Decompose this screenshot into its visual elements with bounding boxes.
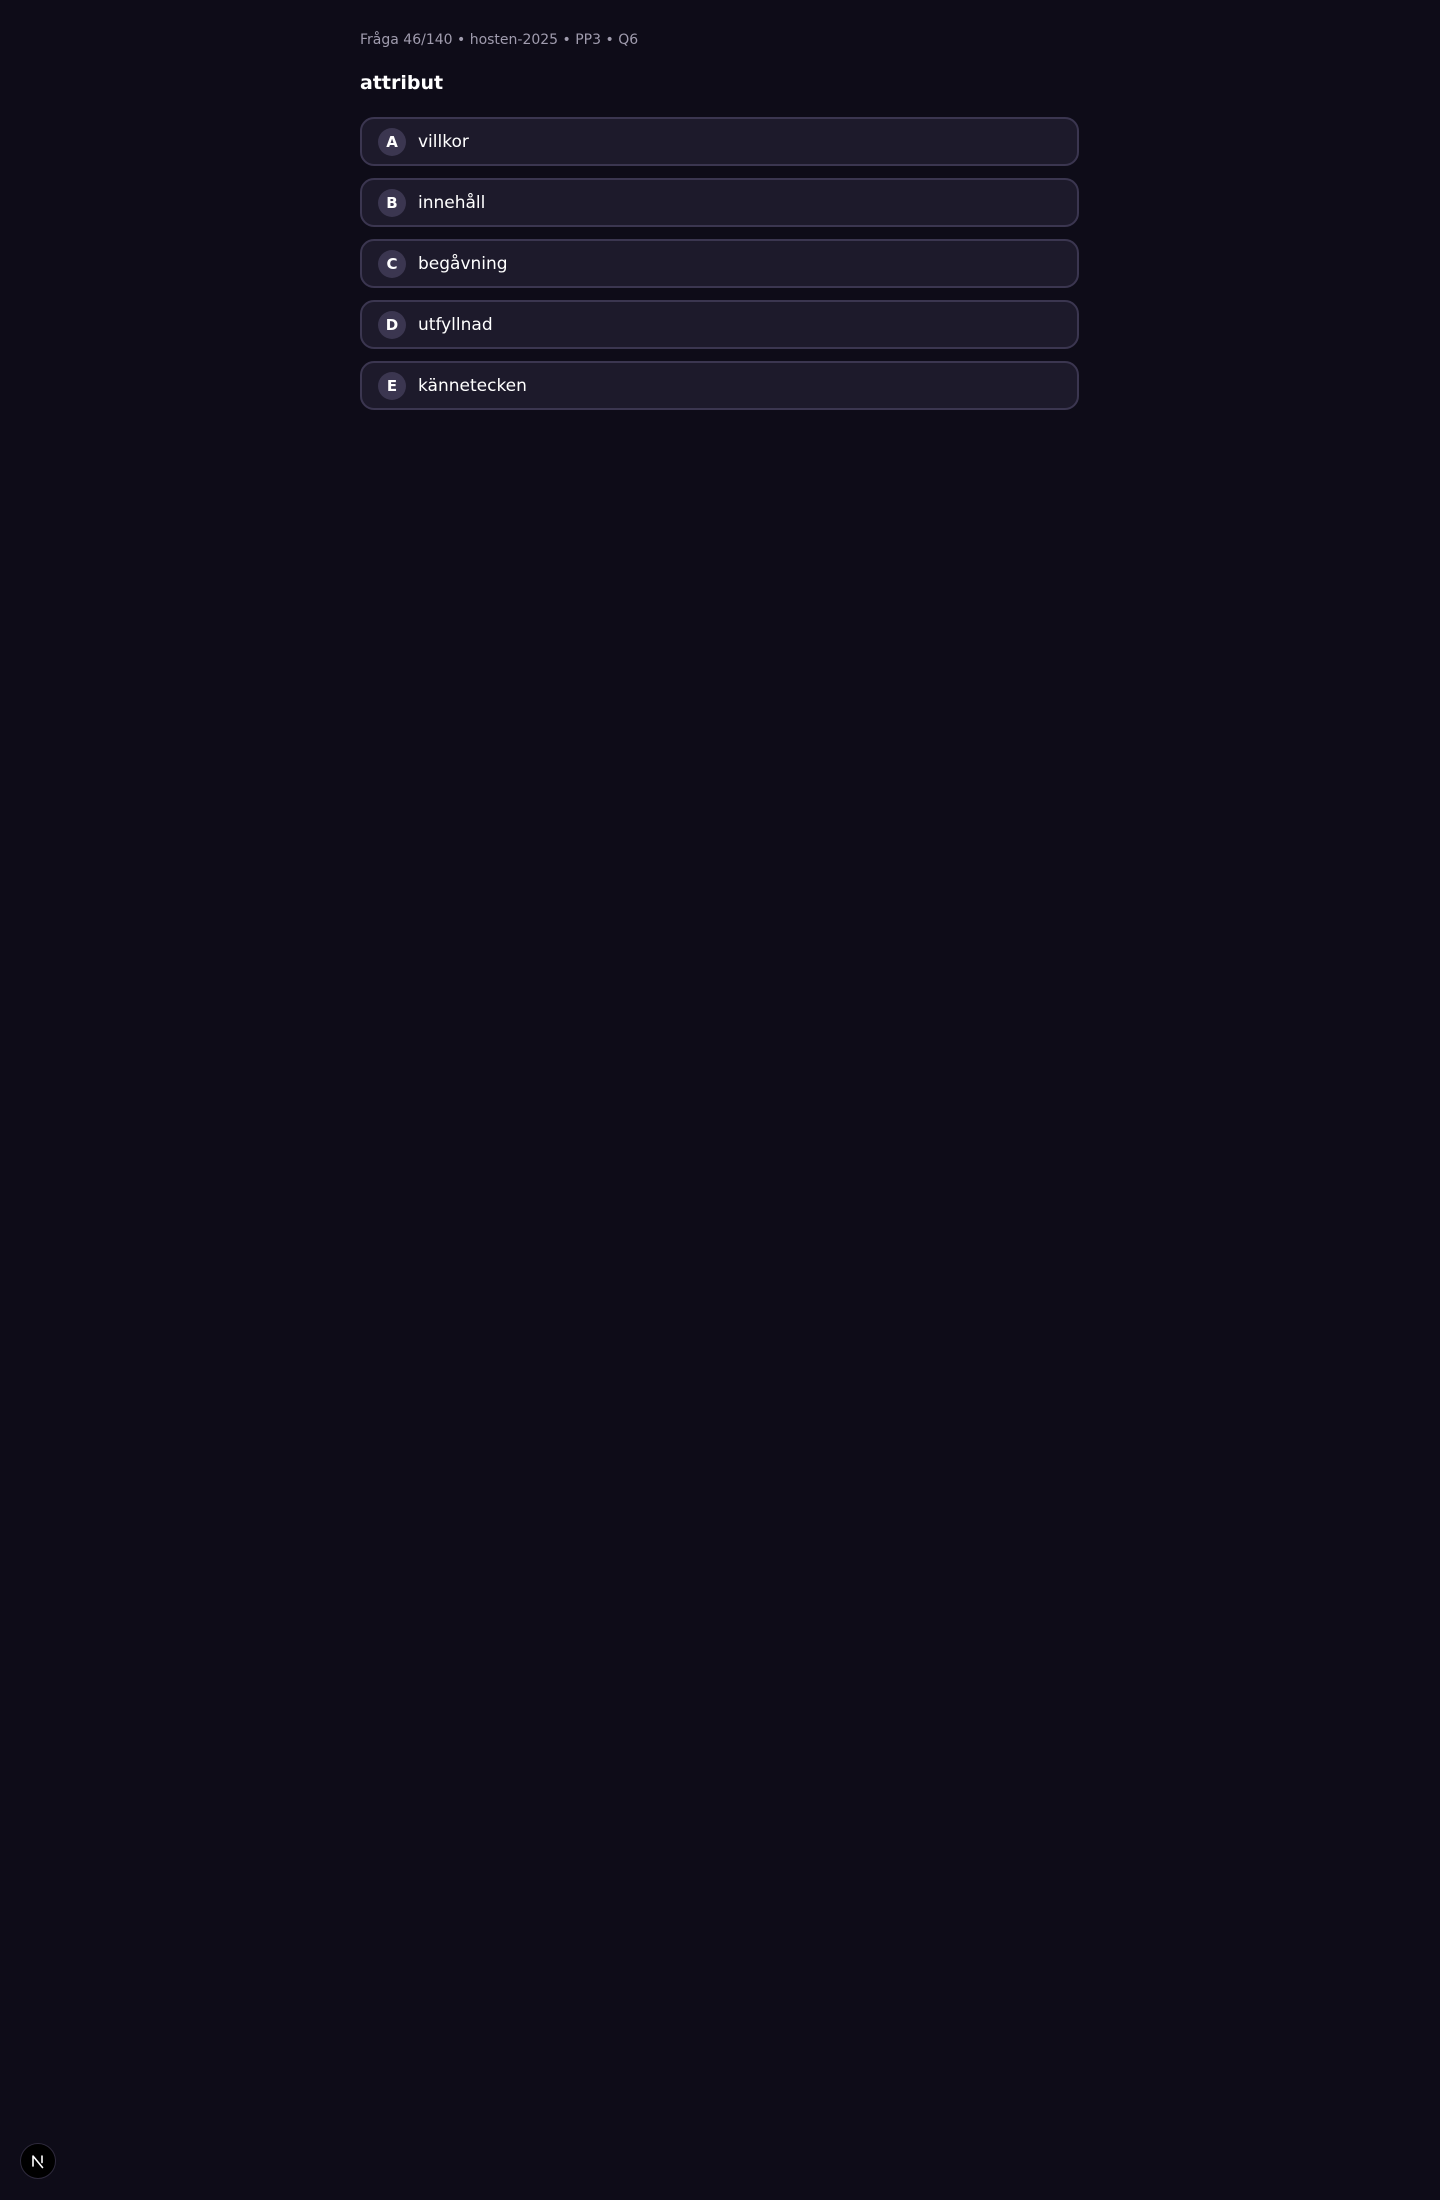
question-meta: Fråga 46/140 • hosten-2025 • PP3 • Q6: [360, 32, 639, 48]
option-letter: A: [378, 127, 406, 156]
answer-options: A villkor B innehåll C begåvning D utfyl…: [360, 117, 1079, 422]
option-letter: D: [378, 310, 406, 339]
option-letter: E: [378, 371, 406, 400]
option-a[interactable]: A villkor: [360, 117, 1079, 166]
option-letter: C: [378, 249, 406, 278]
option-text: villkor: [418, 131, 469, 152]
option-c[interactable]: C begåvning: [360, 239, 1079, 288]
dev-tools-button[interactable]: [20, 2143, 56, 2179]
option-b[interactable]: B innehåll: [360, 178, 1079, 227]
option-text: utfyllnad: [418, 314, 493, 335]
option-text: kännetecken: [418, 375, 527, 396]
n-logo-icon: [32, 2155, 44, 2169]
option-d[interactable]: D utfyllnad: [360, 300, 1079, 349]
option-letter: B: [378, 188, 406, 217]
question-word: attribut: [360, 72, 444, 94]
option-text: begåvning: [418, 253, 508, 274]
option-text: innehåll: [418, 192, 486, 213]
option-e[interactable]: E kännetecken: [360, 361, 1079, 410]
